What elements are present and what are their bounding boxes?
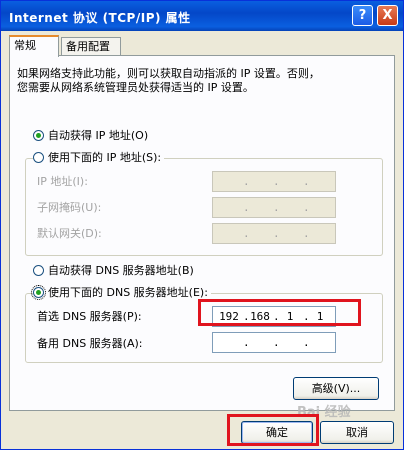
radio-auto-ip-label: 自动获得 IP 地址(O) — [48, 129, 149, 142]
radio-auto-dns-indicator[interactable] — [33, 265, 44, 276]
tab-alternate-config[interactable]: 备用配置 — [61, 37, 121, 55]
radio-manual-ip-label: 使用下面的 IP 地址(S): — [48, 151, 162, 164]
subnet-mask-label: 子网掩码(U): — [37, 201, 102, 214]
radio-auto-ip-indicator[interactable] — [33, 130, 44, 141]
close-button[interactable]: X — [377, 5, 398, 26]
alternate-dns-label: 备用 DNS 服务器(A): — [37, 337, 143, 350]
highlight-ok-button — [227, 414, 319, 446]
default-gateway-input[interactable]: ... — [212, 223, 336, 244]
ip-address-input[interactable]: ... — [212, 171, 336, 192]
description-line-1: 如果网络支持此功能，则可以获取自动指派的 IP 设置。否则， — [17, 67, 320, 80]
radio-manual-ip[interactable]: 使用下面的 IP 地址(S): — [33, 151, 165, 165]
title-bar[interactable]: Internet 协议 (TCP/IP) 属性 ? X — [1, 1, 403, 31]
advanced-button[interactable]: 高级(V)... — [293, 377, 379, 400]
radio-manual-dns-indicator[interactable] — [31, 285, 46, 300]
default-gateway-label: 默认网关(D): — [37, 227, 102, 240]
radio-auto-dns-label: 自动获得 DNS 服务器地址(B) — [48, 264, 194, 277]
help-button[interactable]: ? — [352, 5, 373, 26]
radio-manual-dns-label: 使用下面的 DNS 服务器地址(E): — [48, 286, 208, 299]
description-line-2: 您需要从网络系统管理员处获得适当的 IP 设置。 — [17, 81, 254, 94]
tcpip-properties-dialog: Internet 协议 (TCP/IP) 属性 ? X 常规 备用配置 如果网络… — [0, 0, 404, 450]
preferred-dns-label: 首选 DNS 服务器(P): — [37, 310, 142, 323]
cancel-button[interactable]: 取消 — [320, 421, 394, 444]
ip-address-label: IP 地址(I): — [37, 175, 88, 188]
radio-auto-dns[interactable]: 自动获得 DNS 服务器地址(B) — [33, 264, 197, 278]
alternate-dns-input[interactable]: ... — [212, 332, 336, 353]
subnet-mask-input[interactable]: ... — [212, 197, 336, 218]
description-text: 如果网络支持此功能，则可以获取自动指派的 IP 设置。否则， 您需要从网络系统管… — [17, 67, 377, 95]
radio-auto-ip[interactable]: 自动获得 IP 地址(O) — [33, 129, 152, 143]
radio-manual-ip-indicator[interactable] — [33, 152, 44, 163]
radio-manual-dns[interactable]: 使用下面的 DNS 服务器地址(E): — [31, 285, 211, 300]
tab-general[interactable]: 常规 — [9, 35, 59, 57]
window-title: Internet 协议 (TCP/IP) 属性 — [9, 11, 191, 25]
highlight-preferred-dns — [198, 299, 361, 326]
